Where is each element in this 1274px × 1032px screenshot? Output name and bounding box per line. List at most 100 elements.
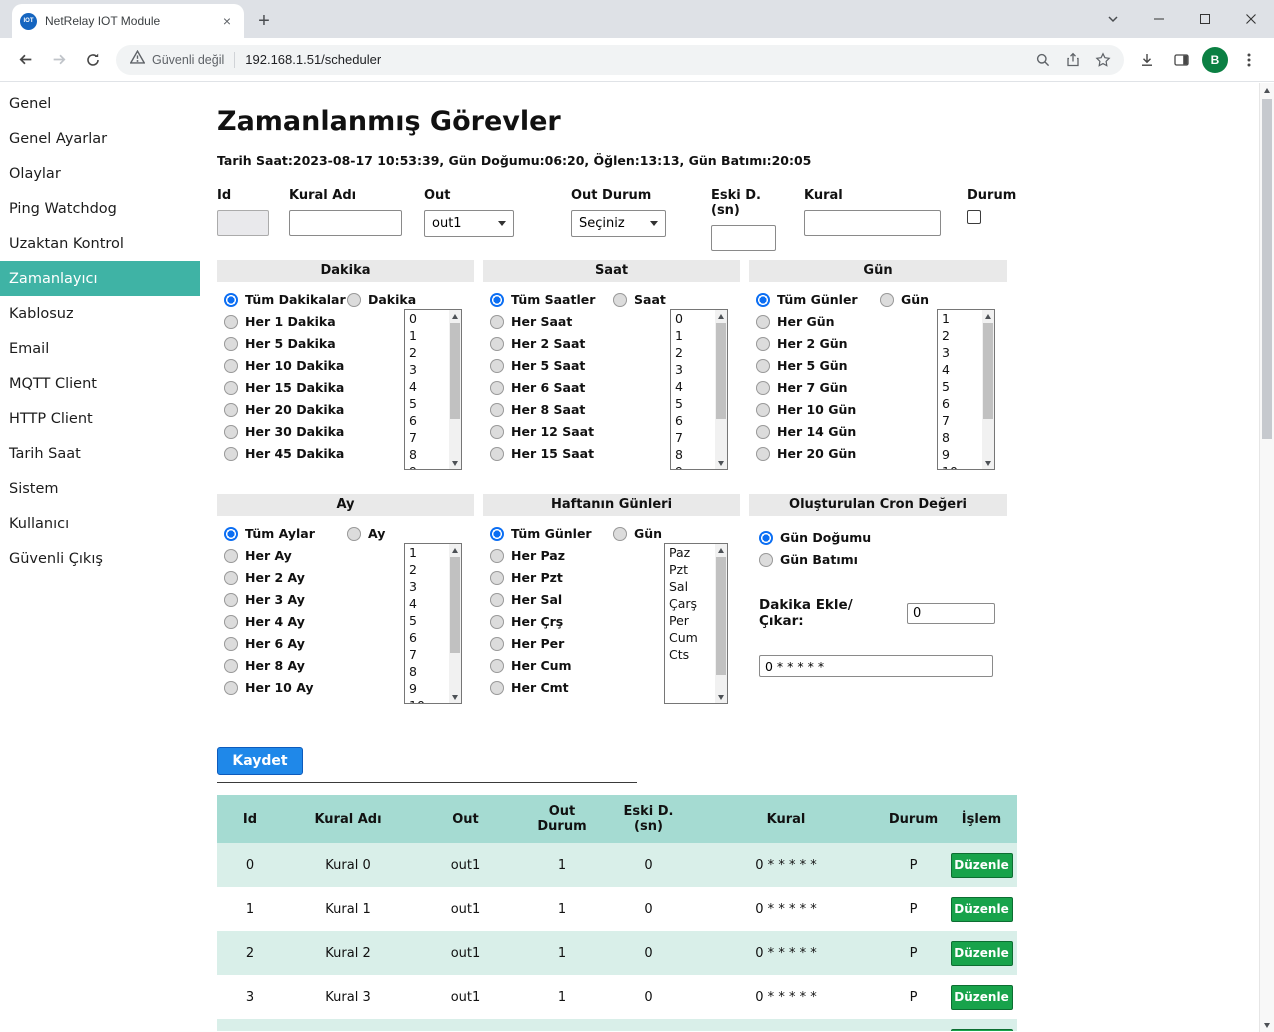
list-option[interactable]: 4	[938, 361, 982, 378]
sidebar-item-3[interactable]: Ping Watchdog	[0, 191, 200, 226]
option[interactable]: Her 7 Gün	[756, 380, 880, 395]
list-option[interactable]: 6	[405, 629, 449, 646]
list-option[interactable]: Cts	[665, 646, 715, 663]
url-text[interactable]: 192.168.1.51/scheduler	[245, 52, 381, 67]
option[interactable]: Her 8 Saat	[490, 402, 613, 417]
option-sunrise[interactable]: Gün Doğumu	[759, 530, 995, 545]
list-option[interactable]: 7	[405, 646, 449, 663]
list-option[interactable]: 9	[405, 463, 449, 469]
scroll-down-icon[interactable]	[1260, 1018, 1274, 1032]
profile-avatar[interactable]: B	[1202, 47, 1228, 73]
search-icon[interactable]	[1030, 47, 1056, 73]
rule-input[interactable]	[804, 210, 941, 236]
option[interactable]: Her 3 Ay	[224, 592, 347, 607]
list-option[interactable]: 3	[405, 578, 449, 595]
list-option[interactable]: 7	[938, 412, 982, 429]
list-option[interactable]: 7	[405, 429, 449, 446]
side-panel-icon[interactable]	[1167, 46, 1195, 74]
list-option[interactable]: 0	[405, 310, 449, 327]
option[interactable]: Her Saat	[490, 314, 613, 329]
list-option[interactable]: 6	[938, 395, 982, 412]
list-option[interactable]: 3	[405, 361, 449, 378]
scroll-up-icon[interactable]	[449, 544, 461, 556]
option[interactable]: Her Per	[490, 636, 613, 651]
share-icon[interactable]	[1060, 47, 1086, 73]
scroll-thumb[interactable]	[716, 323, 726, 419]
sidebar-item-2[interactable]: Olaylar	[0, 156, 200, 191]
list-option[interactable]: 3	[671, 361, 715, 378]
option-all[interactable]: Tüm Dakikalar	[224, 292, 347, 307]
option[interactable]: Her 5 Dakika	[224, 336, 347, 351]
option-all[interactable]: Tüm Aylar	[224, 526, 347, 541]
scroll-thumb[interactable]	[716, 557, 726, 675]
option-list[interactable]: Saat	[613, 292, 728, 307]
option-all[interactable]: Tüm Saatler	[490, 292, 613, 307]
back-button[interactable]	[11, 46, 39, 74]
option-list[interactable]: Ay	[347, 526, 462, 541]
option[interactable]: Her 20 Dakika	[224, 402, 347, 417]
list-option[interactable]: 9	[938, 446, 982, 463]
list-option[interactable]: 1	[938, 310, 982, 327]
option[interactable]: Her 20 Gün	[756, 446, 880, 461]
reload-button[interactable]	[79, 46, 107, 74]
scroll-down-icon[interactable]	[449, 457, 461, 469]
list-option[interactable]: 9	[405, 680, 449, 697]
maximize-button[interactable]	[1182, 0, 1228, 38]
list-option[interactable]: Çarş	[665, 595, 715, 612]
option[interactable]: Her Ay	[224, 548, 347, 563]
sidebar-item-7[interactable]: Email	[0, 331, 200, 366]
new-tab-button[interactable]: +	[250, 7, 278, 35]
list-option[interactable]: 4	[405, 378, 449, 395]
option[interactable]: Her Pzt	[490, 570, 613, 585]
list-option[interactable]: 7	[671, 429, 715, 446]
close-window-button[interactable]	[1228, 0, 1274, 38]
list-option[interactable]: 1	[405, 327, 449, 344]
option[interactable]: Her 4 Ay	[224, 614, 347, 629]
list-option[interactable]: 8	[405, 663, 449, 680]
scroll-up-icon[interactable]	[982, 310, 994, 322]
scrollbar-thumb[interactable]	[1262, 99, 1272, 439]
option[interactable]: Her 12 Saat	[490, 424, 613, 439]
sidebar-item-4[interactable]: Uzaktan Kontrol	[0, 226, 200, 261]
out-state-select[interactable]: Seçiniz	[571, 210, 666, 237]
sidebar-item-5[interactable]: Zamanlayıcı	[0, 261, 200, 296]
scroll-thumb[interactable]	[450, 557, 460, 653]
option[interactable]: Her 10 Ay	[224, 680, 347, 695]
sidebar-item-6[interactable]: Kablosuz	[0, 296, 200, 331]
list-option[interactable]: 8	[938, 429, 982, 446]
option[interactable]: Her 1 Dakika	[224, 314, 347, 329]
list-option[interactable]: Sal	[665, 578, 715, 595]
scroll-down-icon[interactable]	[715, 457, 727, 469]
scroll-down-icon[interactable]	[449, 691, 461, 703]
edit-button[interactable]: Düzenle	[951, 897, 1013, 922]
list-option[interactable]: 6	[405, 412, 449, 429]
sidebar-item-13[interactable]: Güvenli Çıkış	[0, 541, 200, 576]
list-option[interactable]: Cum	[665, 629, 715, 646]
list-option[interactable]: 5	[405, 395, 449, 412]
scroll-down-icon[interactable]	[982, 457, 994, 469]
option[interactable]: Her 2 Gün	[756, 336, 880, 351]
downloads-icon[interactable]	[1133, 46, 1161, 74]
list-option[interactable]: 5	[671, 395, 715, 412]
page-scrollbar[interactable]	[1259, 83, 1274, 1032]
scroll-up-icon[interactable]	[715, 310, 727, 322]
state-checkbox[interactable]	[967, 210, 981, 224]
list-option[interactable]: 2	[938, 327, 982, 344]
option-all[interactable]: Tüm Günler	[490, 526, 613, 541]
list-option[interactable]: 9	[671, 463, 715, 469]
list-option[interactable]: 8	[405, 446, 449, 463]
option[interactable]: Her 5 Gün	[756, 358, 880, 373]
option[interactable]: Her Gün	[756, 314, 880, 329]
cron-value-input[interactable]	[759, 655, 993, 677]
sidebar-item-1[interactable]: Genel Ayarlar	[0, 121, 200, 156]
option[interactable]: Her Paz	[490, 548, 613, 563]
option[interactable]: Her 14 Gün	[756, 424, 880, 439]
edit-button[interactable]: Düzenle	[951, 1029, 1013, 1032]
option[interactable]: Her Cmt	[490, 680, 613, 695]
option-list[interactable]: Dakika	[347, 292, 462, 307]
option-list[interactable]: Gün	[880, 292, 995, 307]
sidebar-item-12[interactable]: Kullanıcı	[0, 506, 200, 541]
rule-name-input[interactable]	[289, 210, 402, 236]
option[interactable]: Her 2 Saat	[490, 336, 613, 351]
listbox[interactable]: 0123456789	[670, 309, 728, 470]
